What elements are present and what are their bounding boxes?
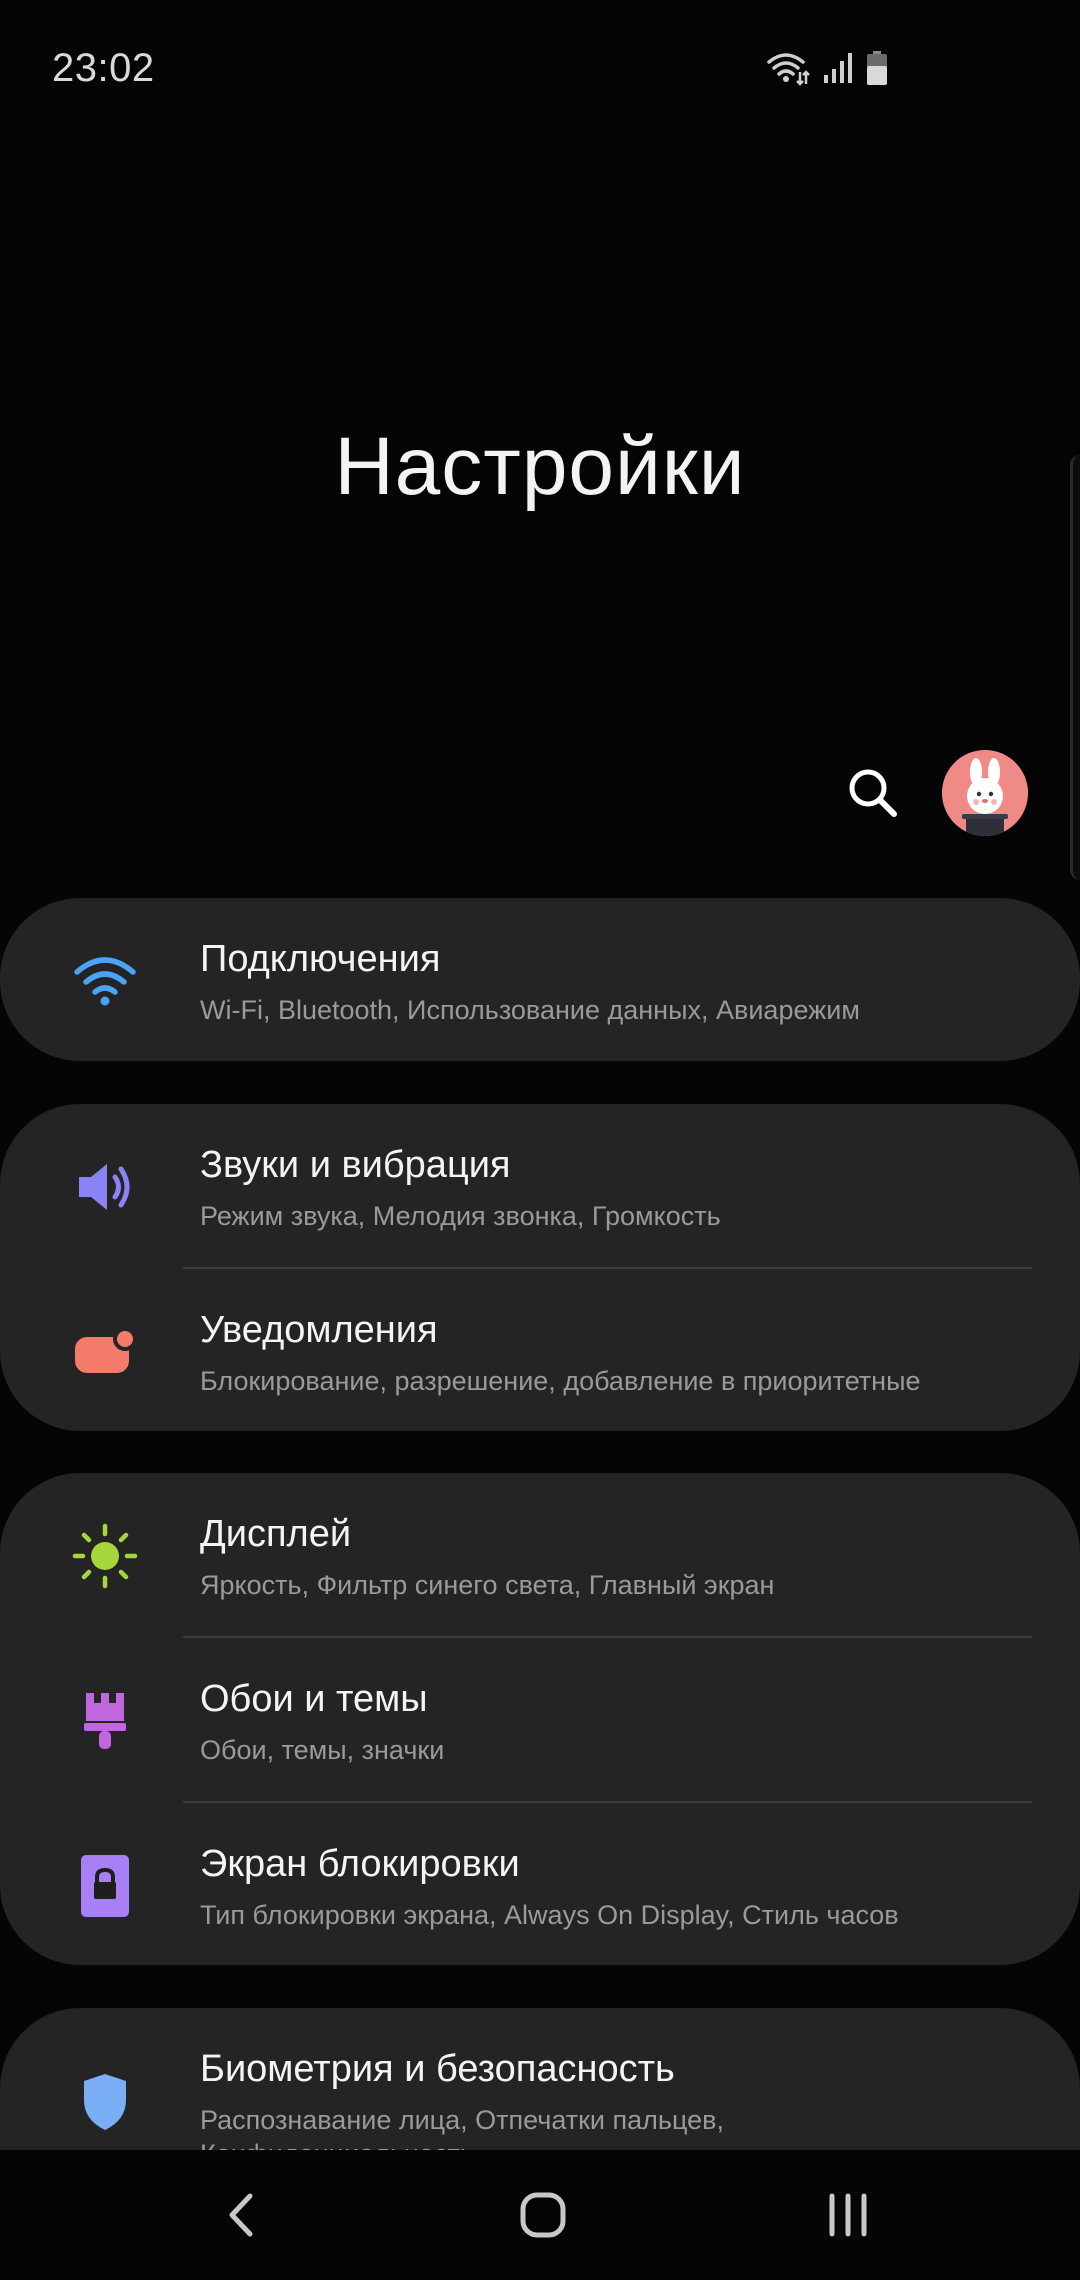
brightness-icon (70, 1521, 140, 1591)
shield-icon (70, 2067, 140, 2137)
settings-card-connections: Подключения Wi-Fi, Bluetooth, Использова… (0, 898, 1080, 1061)
item-title: Биометрия и безопасность (200, 2048, 675, 2090)
home-icon[interactable] (483, 2150, 603, 2280)
wifi-icon (766, 50, 810, 86)
page-title: Настройки (334, 421, 746, 512)
item-subtitle-line2: Конфиденциальность (200, 2137, 474, 2150)
settings-card-biometrics: Биометрия и безопасность Распознавание л… (0, 2008, 1080, 2150)
settings-item-biometrics[interactable]: Биометрия и безопасность Распознавание л… (0, 2008, 1080, 2150)
search-icon[interactable] (842, 762, 902, 822)
settings-item-notifications[interactable]: Уведомления Блокирование, разрешение, до… (0, 1269, 1080, 1431)
signal-icon (822, 51, 854, 85)
settings-item-lockscreen[interactable]: Экран блокировки Тип блокировки экрана, … (0, 1803, 1080, 1965)
scroll-handle[interactable] (1070, 455, 1080, 880)
item-title: Звуки и вибрация (200, 1144, 511, 1186)
status-time: 23:02 (52, 46, 155, 90)
item-subtitle: Wi-Fi, Bluetooth, Использование данных, … (200, 995, 860, 1025)
item-title: Уведомления (200, 1309, 438, 1351)
recents-icon[interactable] (788, 2150, 908, 2280)
item-title: Дисплей (200, 1513, 352, 1555)
item-subtitle: Тип блокировки экрана, Always On Display… (200, 1900, 899, 1930)
status-icons (766, 50, 888, 86)
settings-card-display: Дисплей Яркость, Фильтр синего света, Гл… (0, 1473, 1080, 1965)
lock-icon (70, 1851, 140, 1921)
item-subtitle: Режим звука, Мелодия звонка, Громкость (200, 1201, 721, 1231)
profile-avatar[interactable] (942, 750, 1028, 836)
wifi-icon (70, 945, 140, 1015)
item-subtitle: Обои, темы, значки (200, 1735, 445, 1765)
settings-item-display[interactable]: Дисплей Яркость, Фильтр синего света, Гл… (0, 1473, 1080, 1638)
notification-icon (70, 1317, 140, 1387)
settings-item-sounds[interactable]: Звуки и вибрация Режим звука, Мелодия зв… (0, 1104, 1080, 1269)
settings-item-connections[interactable]: Подключения Wi-Fi, Bluetooth, Использова… (0, 898, 1080, 1061)
navigation-bar (0, 2150, 1080, 2280)
item-subtitle: Блокирование, разрешение, добавление в п… (200, 1366, 921, 1396)
item-subtitle: Распознавание лица, Отпечатки пальцев, (200, 2105, 724, 2135)
battery-icon (866, 50, 888, 86)
settings-item-wallpapers[interactable]: Обои и темы Обои, темы, значки (0, 1638, 1080, 1803)
settings-card-sound: Звуки и вибрация Режим звука, Мелодия зв… (0, 1104, 1080, 1431)
item-title: Экран блокировки (200, 1843, 520, 1885)
brush-icon (70, 1686, 140, 1756)
item-title: Обои и темы (200, 1678, 428, 1720)
status-bar: 23:02 (0, 0, 1080, 140)
item-subtitle: Яркость, Фильтр синего света, Главный эк… (200, 1570, 775, 1600)
item-title: Подключения (200, 938, 441, 980)
volume-icon (70, 1152, 140, 1222)
back-icon[interactable] (182, 2150, 302, 2280)
